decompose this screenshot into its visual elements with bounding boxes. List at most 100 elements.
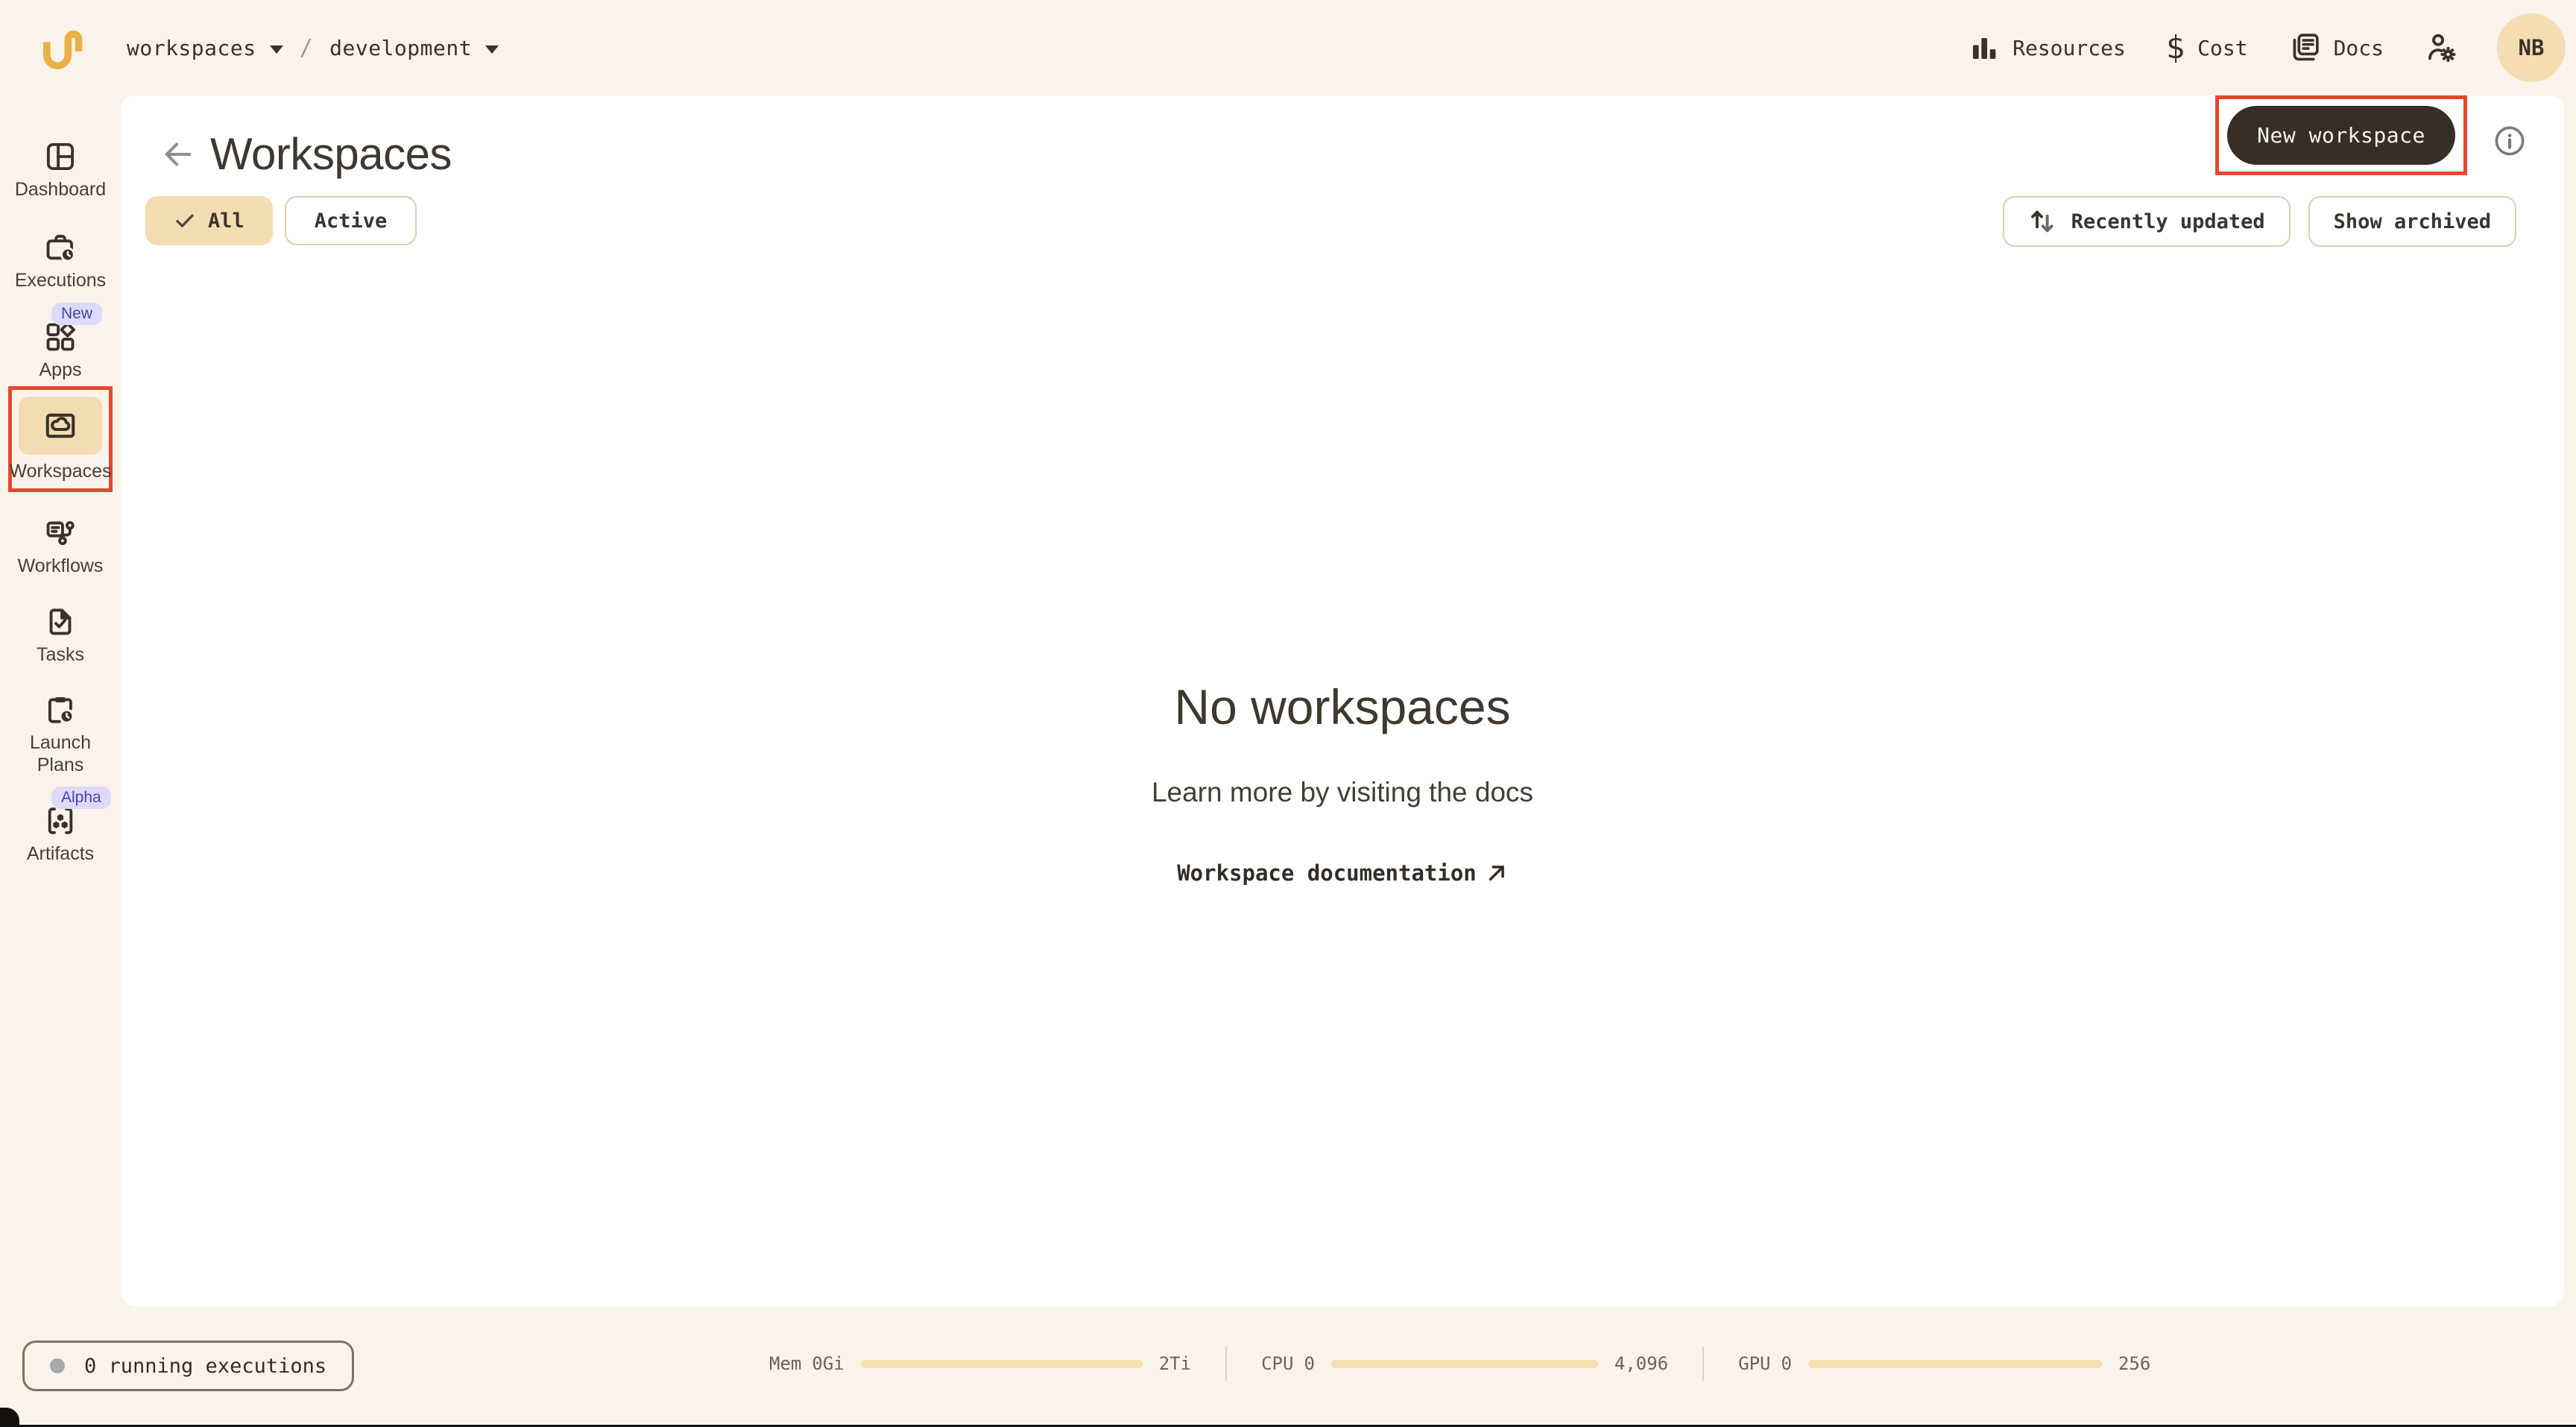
meter-capacity: 2Ti bbox=[1158, 1353, 1192, 1374]
cpu-meter: CPU 0 4,096 bbox=[1261, 1353, 1668, 1374]
filter-all-chip[interactable]: All bbox=[145, 196, 273, 245]
avatar[interactable]: NB bbox=[2497, 13, 2566, 82]
meter-divider bbox=[1702, 1346, 1705, 1381]
workspace-documentation-link[interactable]: Workspace documentation bbox=[1177, 860, 1508, 886]
sidebar-item-apps[interactable]: New Apps bbox=[39, 303, 102, 382]
check-icon bbox=[176, 214, 194, 227]
avatar-initials: NB bbox=[2518, 35, 2545, 60]
meter-used: 0 bbox=[1781, 1353, 1792, 1374]
annotation-highlight-new-workspace: New workspace bbox=[2215, 95, 2467, 175]
gpu-meter: GPU 0 256 bbox=[1738, 1353, 2150, 1374]
memory-meter: Mem 0Gi 2Ti bbox=[769, 1353, 1191, 1374]
breadcrumb-separator: / bbox=[299, 34, 314, 61]
nav-user-management[interactable] bbox=[2424, 31, 2457, 64]
nav-cost-label: Cost bbox=[2197, 35, 2248, 60]
cpu-meter-bar bbox=[1330, 1359, 1598, 1368]
nav-cost[interactable]: $ Cost bbox=[2166, 32, 2248, 63]
running-executions-label: 0 running executions bbox=[84, 1354, 327, 1378]
dollar-icon: $ bbox=[2165, 29, 2185, 66]
sort-arrows-icon bbox=[2030, 210, 2053, 233]
docs-icon bbox=[2293, 34, 2319, 61]
sidebar-item-artifacts[interactable]: Alpha Artifacts bbox=[26, 787, 111, 866]
new-workspace-button[interactable]: New workspace bbox=[2227, 106, 2455, 165]
sidebar-item-label: Workspaces bbox=[9, 460, 112, 482]
sidebar-item-label: Launch Plans bbox=[29, 732, 92, 775]
breadcrumb: workspaces / development bbox=[127, 35, 499, 61]
sidebar-item-label: Apps bbox=[39, 359, 82, 380]
breadcrumb-domain-label: development bbox=[329, 35, 473, 60]
empty-state-subtitle: Learn more by visiting the docs bbox=[1151, 777, 1534, 807]
alpha-badge: Alpha bbox=[51, 787, 111, 809]
resource-meters: Mem 0Gi 2Ti CPU 0 4,096 GPU 0 256 bbox=[769, 1306, 2150, 1421]
gpu-meter-label: GPU 0 bbox=[1738, 1353, 1792, 1374]
sidebar-item-label: Tasks bbox=[37, 643, 84, 665]
new-badge: New bbox=[51, 303, 102, 325]
executions-icon bbox=[44, 231, 77, 264]
filter-chips: All Active bbox=[145, 196, 417, 245]
breadcrumb-domain-selector[interactable]: development bbox=[329, 36, 499, 60]
meter-capacity: 4,096 bbox=[1614, 1353, 1669, 1374]
dashboard-icon bbox=[44, 140, 77, 173]
show-archived-label: Show archived bbox=[2333, 210, 2491, 233]
artifacts-icon bbox=[44, 804, 77, 837]
memory-meter-bar bbox=[860, 1359, 1143, 1368]
empty-state-title: No workspaces bbox=[1174, 679, 1511, 734]
meter-used: 0Gi bbox=[812, 1353, 845, 1374]
sidebar-item-label: Workflows bbox=[17, 555, 104, 576]
nav-resources-label: Resources bbox=[2012, 35, 2126, 60]
sidebar-item-label: Artifacts bbox=[26, 843, 95, 864]
workspaces-icon bbox=[45, 413, 75, 438]
sort-button[interactable]: Recently updated bbox=[2002, 196, 2291, 247]
tasks-icon bbox=[44, 605, 77, 638]
sidebar-item-label: Executions bbox=[14, 269, 107, 291]
status-dot-icon bbox=[50, 1358, 65, 1373]
workspaces-active-tile bbox=[19, 396, 102, 455]
meter-divider bbox=[1225, 1346, 1228, 1381]
breadcrumb-project-selector[interactable]: workspaces bbox=[127, 36, 283, 60]
sidebar-item-tasks[interactable]: Tasks bbox=[37, 605, 84, 667]
workspace-documentation-label: Workspace documentation bbox=[1177, 860, 1477, 886]
top-bar: workspaces / development Resources $ Cos… bbox=[0, 0, 2576, 95]
sort-button-label: Recently updated bbox=[2071, 210, 2265, 233]
filter-all-label: All bbox=[208, 209, 244, 233]
breadcrumb-project-label: workspaces bbox=[127, 35, 256, 60]
top-nav: Resources $ Cost Docs NB bbox=[1969, 13, 2566, 82]
apps-icon bbox=[44, 321, 77, 353]
running-executions-pill[interactable]: 0 running executions bbox=[22, 1341, 355, 1391]
nav-resources[interactable]: Resources bbox=[1969, 32, 2126, 63]
bar-chart-icon bbox=[1973, 38, 1996, 60]
launch-plans-icon bbox=[44, 693, 77, 726]
cpu-meter-label: CPU 0 bbox=[1261, 1353, 1315, 1374]
sidebar-item-label: Dashboard bbox=[14, 179, 107, 200]
sidebar-item-workspaces[interactable]: Workspaces bbox=[8, 385, 113, 492]
workflows-icon bbox=[44, 517, 77, 549]
nav-docs[interactable]: Docs bbox=[2288, 31, 2384, 64]
back-button[interactable] bbox=[161, 137, 195, 171]
union-logo[interactable] bbox=[37, 25, 85, 71]
meter-capacity: 256 bbox=[2118, 1353, 2151, 1374]
page-title: Workspaces bbox=[210, 129, 452, 179]
meter-used: 0 bbox=[1304, 1353, 1315, 1374]
filter-active-chip[interactable]: Active bbox=[284, 196, 417, 245]
chevron-down-icon bbox=[269, 45, 283, 54]
meter-name: Mem bbox=[769, 1353, 802, 1374]
sidebar-item-workflows[interactable]: Workflows bbox=[17, 517, 104, 578]
nav-docs-label: Docs bbox=[2333, 35, 2384, 60]
sidebar-item-launch-plans[interactable]: Launch Plans bbox=[5, 693, 116, 776]
info-icon bbox=[2495, 126, 2525, 156]
meter-name: CPU bbox=[1261, 1353, 1294, 1374]
user-settings-icon bbox=[2428, 34, 2456, 63]
app-window: workspaces / development Resources $ Cos… bbox=[0, 0, 2576, 1427]
memory-meter-label: Mem 0Gi bbox=[769, 1353, 845, 1374]
filter-active-label: Active bbox=[314, 209, 388, 233]
status-bar: 0 running executions Mem 0Gi 2Ti CPU 0 4… bbox=[0, 1306, 2576, 1427]
info-button[interactable] bbox=[2493, 124, 2527, 158]
empty-state: No workspaces Learn more by visiting the… bbox=[121, 678, 2564, 886]
sidebar-item-executions[interactable]: Executions bbox=[15, 231, 106, 292]
page-header: Workspaces bbox=[121, 95, 2564, 180]
chevron-down-icon bbox=[485, 45, 499, 54]
arrow-up-right-icon bbox=[1489, 866, 1504, 881]
show-archived-button[interactable]: Show archived bbox=[2308, 196, 2516, 247]
sidebar-item-dashboard[interactable]: Dashboard bbox=[15, 140, 106, 201]
arrow-left-icon bbox=[165, 142, 192, 166]
